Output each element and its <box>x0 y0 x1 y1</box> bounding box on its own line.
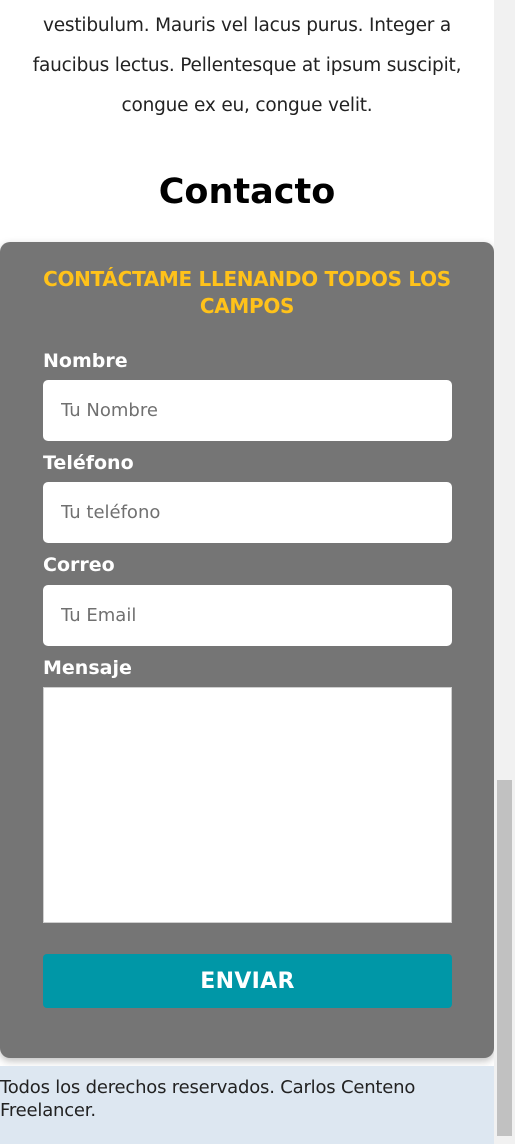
message-label: Mensaje <box>43 657 132 679</box>
phone-input[interactable] <box>43 482 452 543</box>
page-content: vestibulum. Mauris vel lacus purus. Inte… <box>0 0 494 1144</box>
about-paragraph: vestibulum. Mauris vel lacus purus. Inte… <box>0 6 494 126</box>
about-line: congue ex eu, congue velit. <box>121 95 373 116</box>
about-line: vestibulum. Mauris vel lacus purus. Inte… <box>43 15 451 36</box>
form-legend: CONTÁCTAME LLENANDO TODOS LOS CAMPOS <box>43 267 451 318</box>
phone-label: Teléfono <box>43 452 134 474</box>
about-line: faucibus lectus. Pellentesque at ipsum s… <box>32 55 462 76</box>
submit-button[interactable]: ENVIAR <box>43 954 452 1008</box>
scrollbar-thumb[interactable] <box>497 780 512 1136</box>
scrollbar-track[interactable] <box>494 0 515 1144</box>
contact-form: CONTÁCTAME LLENANDO TODOS LOS CAMPOS Nom… <box>0 242 494 1058</box>
name-input[interactable] <box>43 380 452 441</box>
email-label: Correo <box>43 554 115 576</box>
page: vestibulum. Mauris vel lacus purus. Inte… <box>0 0 515 1144</box>
footer: Todos los derechos reservados. Carlos Ce… <box>0 1066 494 1144</box>
email-input[interactable] <box>43 585 452 646</box>
footer-copyright: Todos los derechos reservados. Carlos Ce… <box>0 1077 416 1121</box>
contact-title: Contacto <box>158 172 336 212</box>
message-textarea[interactable] <box>43 687 452 923</box>
name-label: Nombre <box>43 350 128 372</box>
